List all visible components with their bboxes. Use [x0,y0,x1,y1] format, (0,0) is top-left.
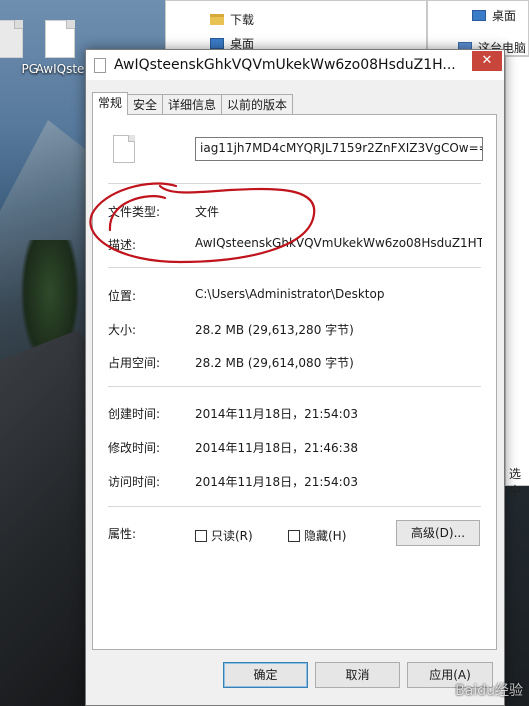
size-value: 28.2 MB (29,613,280 字节) [195,323,354,337]
divider [108,386,481,387]
file-icon [45,20,75,58]
ok-button[interactable]: 确定 [223,662,308,688]
file-type-value: 文件 [195,205,220,219]
advanced-button[interactable]: 高级(D)... [396,520,480,546]
desktop-icon-file[interactable]: AwIQste [30,20,90,90]
divider [108,267,481,268]
tab-previous-versions[interactable]: 以前的版本 [221,94,294,115]
file-icon [94,57,106,73]
tab-security[interactable]: 安全 [127,94,164,115]
file-type-label: 文件类型: [108,205,161,219]
file-icon [113,135,135,163]
background-status-text: 选中 [509,467,522,498]
dialog-titlebar[interactable]: AwIQsteenskGhkVQVmUkekWw6zo08HsduZ1H... … [86,50,504,80]
created-label: 创建时间: [108,407,161,421]
disk-size-value: 28.2 MB (29,614,080 字节) [195,356,354,370]
description-value: AwIQsteenskGhkVQVmUkekWw6zo08HsduZ1HTp [195,236,482,250]
image-file-icon [0,20,23,58]
size-label: 大小: [108,323,137,337]
desktop-folder-icon [210,38,224,49]
accessed-label: 访问时间: [108,475,161,489]
modified-value: 2014年11月18日，21:46:38 [195,441,358,455]
disk-size-label: 占用空间: [108,356,161,370]
dialog-title: AwIQsteenskGhkVQVmUkekWw6zo08HsduZ1H... [114,57,456,73]
location-value: C:\Users\Administrator\Desktop [195,287,385,301]
close-button[interactable]: ✕ [472,51,502,71]
background-explorer-window: 下载 桌面 [165,0,427,56]
hidden-checkbox-box[interactable] [288,529,300,542]
downloads-folder-icon [210,14,224,25]
divider [108,183,481,184]
general-tab-panel: iag11jh7MD4cMYQRJL7159r2ZnFXIZ3VgCOw== 文… [92,114,497,650]
hidden-checkbox[interactable]: 隐藏(H) [288,527,346,544]
baidu-watermark: Baidu经验 [455,683,523,699]
nav-item-desktop-2[interactable]: 桌面 [472,7,516,24]
file-properties-dialog: AwIQsteenskGhkVQVmUkekWw6zo08HsduZ1H... … [85,49,505,706]
hidden-label: 隐藏(H) [304,529,347,543]
readonly-checkbox-box[interactable] [195,529,207,542]
desktop-folder-icon [472,10,486,21]
filename-input[interactable]: iag11jh7MD4cMYQRJL7159r2ZnFXIZ3VgCOw== [195,137,483,161]
background-explorer-window-2: 桌面 这台电脑 [427,0,529,56]
desktop-icon-label: AwIQste [35,62,85,76]
readonly-checkbox[interactable]: 只读(R) [195,527,253,544]
readonly-label: 只读(R) [211,529,253,543]
description-label: 描述: [108,238,137,252]
tab-details[interactable]: 详细信息 [162,94,223,115]
location-label: 位置: [108,289,137,303]
tab-general[interactable]: 常规 [92,92,129,115]
divider [108,506,481,507]
accessed-value: 2014年11月18日，21:54:03 [195,475,358,489]
nav-item-downloads[interactable]: 下载 [210,11,254,28]
tab-strip: 常规 安全 详细信息 以前的版本 [92,92,294,115]
created-value: 2014年11月18日，21:54:03 [195,407,358,421]
cancel-button[interactable]: 取消 [315,662,400,688]
attributes-label: 属性: [108,527,137,541]
close-icon: ✕ [481,53,493,68]
modified-label: 修改时间: [108,441,161,455]
background-explorer-sidebar [505,56,529,486]
